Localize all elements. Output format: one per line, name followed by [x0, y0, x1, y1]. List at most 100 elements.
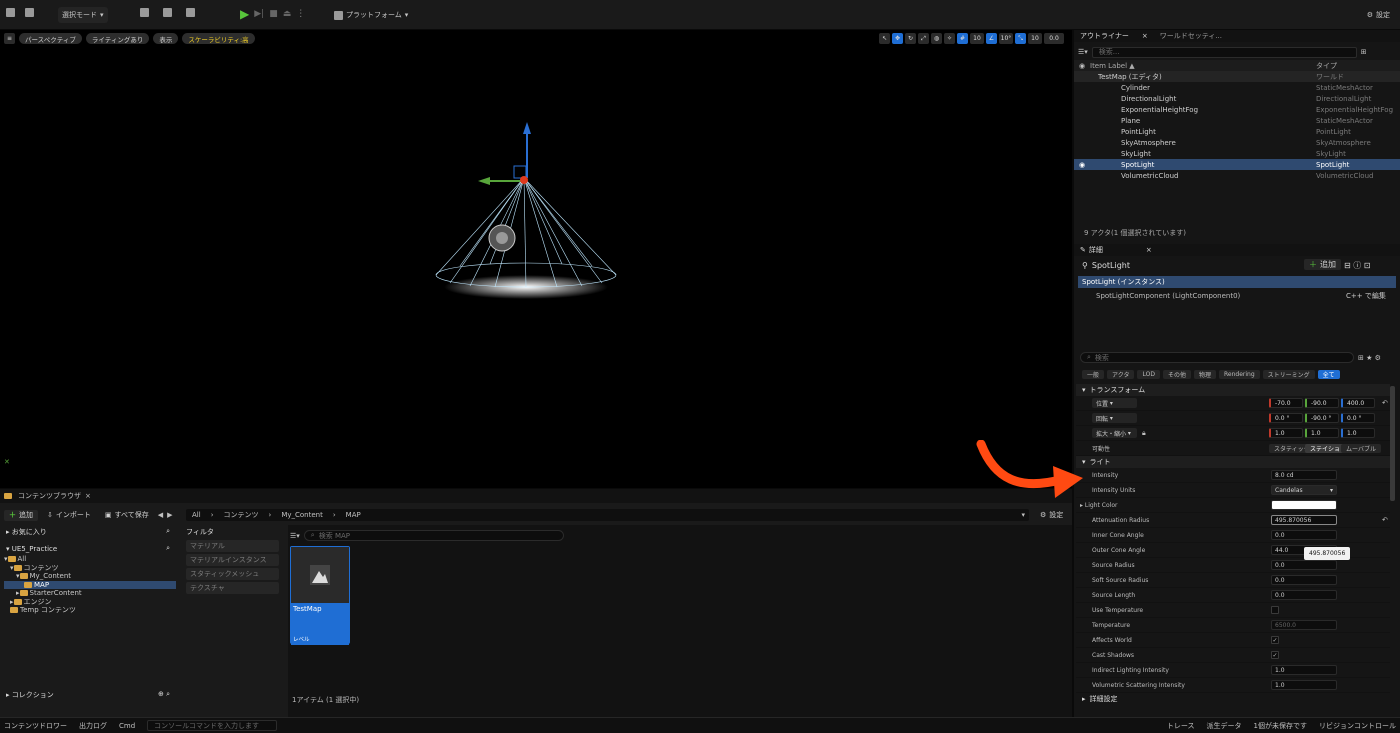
reset-icon[interactable]: ↶ — [1382, 516, 1388, 524]
light-color-swatch[interactable] — [1271, 500, 1337, 510]
trace-button[interactable]: トレース — [1167, 721, 1195, 731]
soft-source-radius-value[interactable]: 0.0 — [1271, 575, 1337, 585]
viewport-menu-icon[interactable]: ≡ — [4, 33, 15, 44]
step-icon[interactable]: ▶| — [254, 9, 264, 19]
details-search-input[interactable]: ⌕ 検索 — [1080, 352, 1354, 363]
details-scrollbar[interactable] — [1390, 386, 1395, 501]
location-z[interactable]: 400.0 — [1341, 398, 1375, 408]
eject-icon[interactable]: ⏏ — [283, 9, 292, 19]
save-icon[interactable] — [6, 8, 15, 17]
grid-icon[interactable]: ⊞ ★ ⚙ — [1358, 354, 1381, 362]
use-temperature-checkbox[interactable] — [1271, 606, 1279, 614]
asset-search-input[interactable]: ⌕ 検索 MAP — [303, 530, 564, 541]
filter-material[interactable]: マテリアル — [186, 540, 279, 552]
cat-misc[interactable]: その他 — [1162, 370, 1191, 379]
close-icon[interactable]: × — [1146, 246, 1152, 254]
perspective-button[interactable]: パースペクティブ — [19, 33, 82, 44]
tab-outliner[interactable]: アウトライナー × — [1074, 30, 1154, 42]
close-icon[interactable]: × — [85, 492, 91, 500]
more-icon[interactable]: ⋮ — [296, 9, 305, 19]
cast-shadows-checkbox[interactable]: ✓ — [1271, 651, 1279, 659]
outliner-row-skylight[interactable]: SkyLight SkyLight — [1074, 148, 1400, 159]
content-drawer-button[interactable]: コンテンツドロワー — [4, 721, 67, 731]
project-section[interactable]: ▾ UE5_Practice ⌕ — [0, 542, 176, 555]
outliner-row-pointlight[interactable]: PointLight PointLight — [1074, 126, 1400, 137]
tree-item-map[interactable]: MAP — [4, 580, 176, 589]
add-button[interactable]: ＋追加 — [4, 509, 38, 521]
tab-world-settings[interactable]: ワールドセッティ... — [1154, 30, 1228, 42]
outliner-row-spotlight[interactable]: ◉ SpotLight SpotLight — [1074, 159, 1400, 170]
tree-item-temp[interactable]: Temp コンテンツ — [4, 606, 176, 615]
cmd-button[interactable]: Cmd — [119, 722, 135, 730]
location-x[interactable]: -70.0 — [1269, 398, 1303, 408]
favorites-section[interactable]: ▸ お気に入り ⌕ — [0, 525, 176, 538]
spotlight-gizmo[interactable] — [420, 120, 640, 310]
cat-all[interactable]: 全て — [1317, 370, 1340, 379]
save-all-button[interactable]: ▣ すべて保存 — [100, 510, 154, 521]
attenuation-value[interactable]: 495.870056 — [1271, 515, 1337, 525]
rotation-z[interactable]: 0.0 ° — [1341, 413, 1375, 423]
close-icon[interactable]: × — [1142, 32, 1148, 40]
add-actor-icon[interactable] — [140, 8, 149, 17]
crumb-my-content[interactable]: My_Content — [281, 511, 323, 519]
scale-dropdown[interactable]: 拡大・縮小 ▾ — [1092, 428, 1137, 438]
outliner-row-cylinder[interactable]: Cylinder StaticMeshActor — [1074, 82, 1400, 93]
scale-icon[interactable]: ⤢ — [918, 33, 929, 44]
output-log-button[interactable]: 出力ログ — [79, 721, 107, 731]
cat-physics[interactable]: 物理 — [1193, 370, 1216, 379]
unsaved-button[interactable]: 1個が未保存です — [1254, 721, 1307, 731]
scale-y[interactable]: 1.0 — [1305, 428, 1339, 438]
intensity-units-select[interactable]: Candelas ▾ — [1271, 485, 1337, 495]
platform-menu[interactable]: プラットフォーム ▾ — [330, 7, 412, 23]
blueprint-icon[interactable]: ⊟ ⓘ ⊡ — [1344, 260, 1371, 271]
outliner-row-volumetriccloud[interactable]: VolumetricCloud VolumetricCloud — [1074, 170, 1400, 181]
scalability-button[interactable]: スケーラビリティ:高 — [182, 33, 255, 44]
outliner-row-testmap[interactable]: TestMap (エディタ) ワールド — [1074, 71, 1400, 82]
cat-general[interactable]: 一般 — [1082, 370, 1105, 379]
rotation-dropdown[interactable]: 回転 ▾ — [1092, 413, 1137, 423]
tree-item-my-content[interactable]: ▾ My_Content — [4, 572, 176, 581]
scale-x[interactable]: 1.0 — [1269, 428, 1303, 438]
filter-texture[interactable]: テクスチャ — [186, 582, 279, 594]
affects-world-checkbox[interactable]: ✓ — [1271, 636, 1279, 644]
eye-icon[interactable]: ◉ — [1079, 161, 1085, 169]
filter-menu-icon[interactable]: ☰▾ — [290, 532, 300, 540]
forward-icon[interactable]: ▶ — [167, 511, 172, 519]
filter-static-mesh[interactable]: スタティックメッシュ — [186, 568, 279, 580]
content-icon[interactable] — [25, 8, 34, 17]
mobility-movable[interactable]: ムーバブル — [1341, 443, 1381, 453]
camera-speed[interactable]: 0.0 — [1044, 33, 1064, 44]
source-control-button[interactable]: リビジョンコントロール — [1319, 721, 1396, 731]
lock-icon[interactable]: 🔒︎ — [1142, 429, 1146, 438]
edit-cpp-link[interactable]: C++ で編集 — [1346, 291, 1386, 301]
lighting-button[interactable]: ライティングあり — [85, 33, 150, 44]
outliner-row-plane[interactable]: Plane StaticMeshActor — [1074, 115, 1400, 126]
volumetric-scattering-value[interactable]: 1.0 — [1271, 680, 1337, 690]
location-dropdown[interactable]: 位置 ▾ — [1092, 398, 1137, 408]
tree-item-starter-content[interactable]: ▸ StarterContent — [4, 589, 176, 598]
collections-section[interactable]: ▸ コレクション ⊕ ⌕ — [0, 688, 176, 701]
indirect-lighting-value[interactable]: 1.0 — [1271, 665, 1337, 675]
content-browser-tab[interactable]: コンテンツブラウザ × — [0, 489, 1072, 503]
component-instance-row[interactable]: SpotLight (インスタンス) — [1078, 276, 1396, 288]
tree-item-all[interactable]: ▾ All — [4, 555, 176, 564]
play-icon[interactable]: ▶ — [240, 7, 249, 21]
light-section[interactable]: ▾ ライト — [1076, 456, 1390, 468]
show-button[interactable]: 表示 — [153, 33, 179, 44]
asset-tile-testmap[interactable]: TestMap レベル — [290, 546, 350, 645]
select-icon[interactable]: ↖ — [879, 33, 890, 44]
component-row[interactable]: SpotLightComponent (LightComponent0) C++ … — [1074, 290, 1400, 301]
tree-item-engine[interactable]: ▸ エンジン — [4, 598, 176, 607]
source-radius-value[interactable]: 0.0 — [1271, 560, 1337, 570]
search-icon[interactable]: ⌕ — [166, 544, 170, 553]
settings-button[interactable]: ⚙ 設定 — [1363, 7, 1394, 23]
add-component-button[interactable]: ＋追加 — [1304, 259, 1341, 270]
surface-snap-icon[interactable]: ✧ — [944, 33, 955, 44]
tree-item-content[interactable]: ▾ コンテンツ — [4, 564, 176, 573]
translate-icon[interactable]: ✥ — [892, 33, 903, 44]
scale-z[interactable]: 1.0 — [1341, 428, 1375, 438]
grid-snap-icon[interactable]: # — [957, 33, 968, 44]
outliner-row-fog[interactable]: ExponentialHeightFog ExponentialHeightFog — [1074, 104, 1400, 115]
rotation-snap-icon[interactable]: ∠ — [986, 33, 997, 44]
scale-snap-value[interactable]: 10 — [1028, 33, 1042, 44]
